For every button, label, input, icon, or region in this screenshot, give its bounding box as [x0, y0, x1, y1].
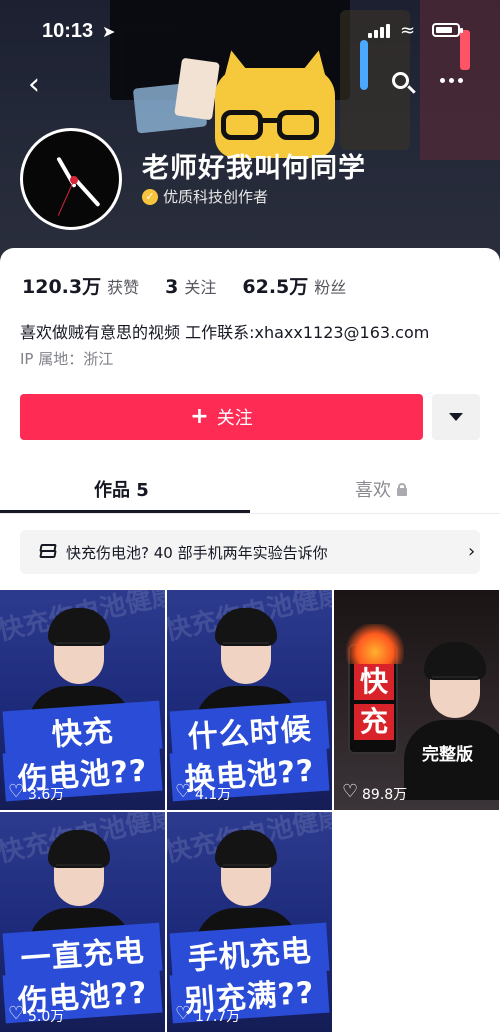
followers-label[interactable]: 粉丝: [314, 274, 346, 298]
video-thumbnail[interactable]: 快充伤电池健康 手机充电 别充满?? 17.7万: [167, 812, 332, 1032]
profile-stats: 120.3万 获赞 3 关注 62.5万 粉丝: [22, 272, 372, 299]
chevron-right-icon: ›: [468, 541, 476, 562]
follow-label: 关注: [216, 408, 253, 429]
video-likes-count: 5.0万: [28, 1009, 65, 1025]
likes-count[interactable]: 120.3万: [22, 272, 101, 299]
tab-likes[interactable]: 喜欢: [355, 476, 407, 502]
heart-icon: [8, 1005, 24, 1023]
video-likes-count: 89.8万: [362, 787, 408, 803]
phone-prop: 快 充: [346, 624, 404, 754]
video-thumbnail[interactable]: 快 充 完整版 89.8万: [334, 590, 499, 810]
ip-location: IP 属地：浙江: [20, 350, 114, 368]
collection-banner[interactable]: 快充伤电池? 40 部手机两年实验告诉你 ›: [20, 530, 480, 574]
heart-icon: [342, 783, 358, 801]
wifi-icon: ≈: [400, 20, 416, 41]
likes-label[interactable]: 获赞: [107, 274, 139, 298]
profile-name: 老师好我叫何同学: [142, 153, 366, 184]
full-version-tag: 完整版: [422, 745, 473, 765]
cellular-signal-icon: [368, 24, 390, 38]
triangle-down-icon: [449, 413, 463, 421]
heart-icon: [175, 1005, 191, 1023]
creator-badge-label: 优质科技创作者: [163, 188, 269, 206]
video-thumbnail[interactable]: 快充伤电池健康 快充 伤电池?? 3.6万: [0, 590, 165, 810]
profile-tabs: 作品 5 喜欢: [0, 462, 500, 514]
status-time: 10:13: [42, 20, 94, 42]
back-icon[interactable]: ‹: [28, 68, 56, 102]
cat-mascot-illustration: [213, 46, 337, 158]
active-tab-indicator: [0, 510, 250, 513]
video-likes: 5.0万: [8, 1005, 65, 1026]
video-likes-count: 3.6万: [28, 787, 65, 803]
phone-text: 充: [354, 704, 394, 740]
banner-card: [174, 57, 220, 121]
video-thumbnail[interactable]: 快充伤电池健康 什么时候 换电池?? 4.1万: [167, 590, 332, 810]
search-icon[interactable]: [390, 70, 418, 98]
lock-icon: [397, 483, 407, 496]
following-label[interactable]: 关注: [184, 274, 216, 298]
following-count[interactable]: 3: [165, 276, 178, 298]
tab-likes-label: 喜欢: [355, 480, 391, 501]
follow-button[interactable]: + 关注: [20, 394, 423, 440]
followers-count[interactable]: 62.5万: [242, 272, 308, 299]
video-likes: 4.1万: [175, 783, 232, 804]
video-likes: 3.6万: [8, 783, 65, 804]
plus-icon: +: [190, 404, 209, 429]
location-arrow-icon: ➤: [102, 22, 116, 41]
video-likes: 89.8万: [342, 783, 408, 804]
heart-icon: [175, 783, 191, 801]
video-thumbnail[interactable]: 快充伤电池健康 一直充电 伤电池?? 5.0万: [0, 812, 165, 1032]
video-likes-count: 4.1万: [195, 787, 232, 803]
video-likes-count: 17.7万: [195, 1009, 241, 1025]
fire-graphic: [346, 624, 404, 664]
collection-title: 快充伤电池? 40 部手机两年实验告诉你: [66, 544, 328, 562]
avatar[interactable]: [20, 128, 122, 230]
status-bar: 10:13 ➤ ≈: [0, 18, 500, 48]
creator-badge[interactable]: ✓ 优质科技创作者: [142, 186, 268, 207]
more-options-icon[interactable]: [440, 78, 463, 83]
heart-icon: [8, 783, 24, 801]
follow-dropdown-button[interactable]: [432, 394, 480, 440]
profile-bio: 喜欢做贼有意思的视频 工作联系:xhaxx1123@163.com: [20, 323, 430, 342]
verified-badge-icon: ✓: [142, 188, 158, 205]
video-likes: 17.7万: [175, 1005, 241, 1026]
phone-text: 快: [354, 664, 394, 700]
battery-icon: [432, 23, 463, 37]
layers-icon: [39, 544, 57, 560]
tab-works[interactable]: 作品 5: [94, 476, 149, 502]
